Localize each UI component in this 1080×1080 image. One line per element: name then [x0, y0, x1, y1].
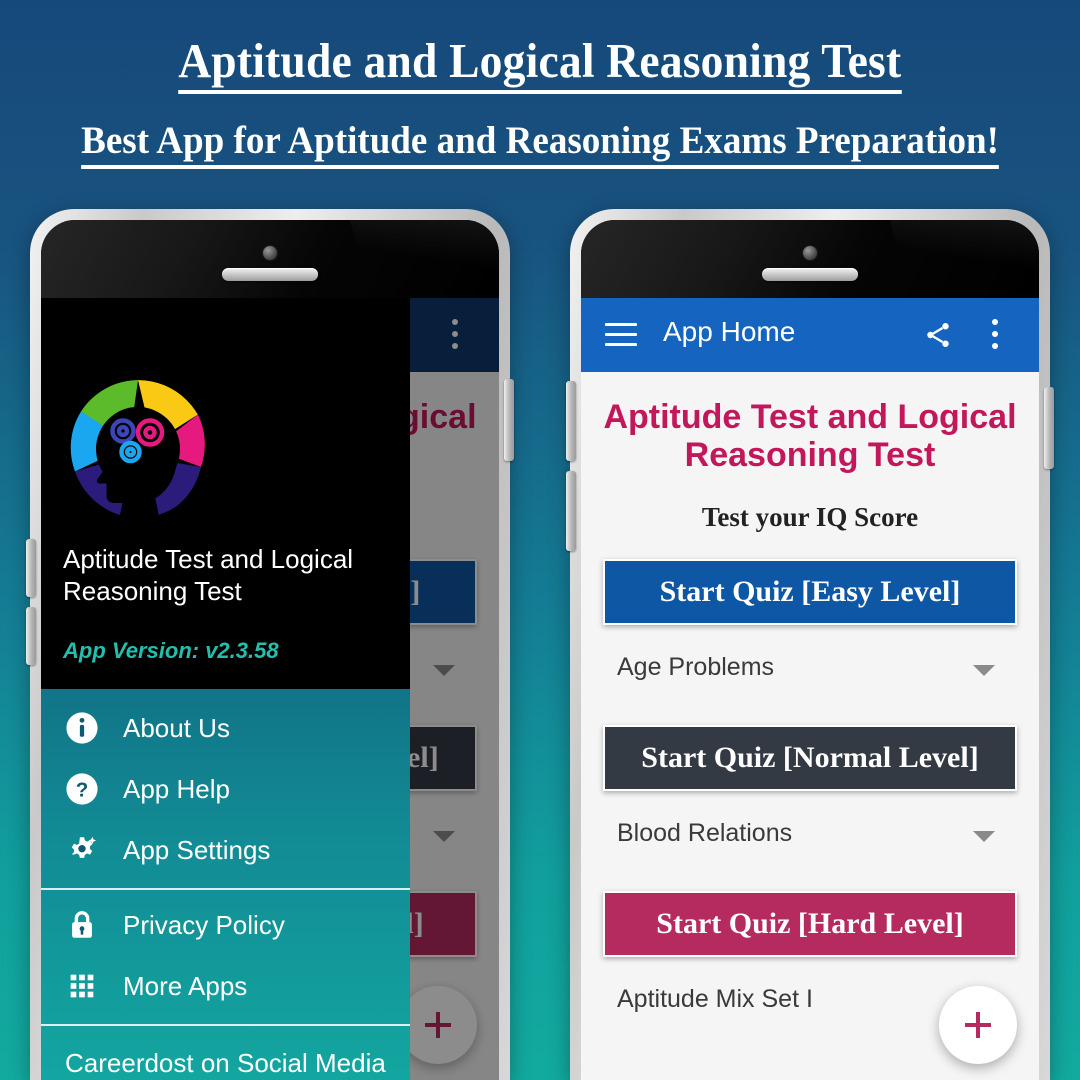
drawer-divider [41, 888, 410, 890]
power-button-right[interactable] [1044, 387, 1054, 469]
spinner-blood-relations[interactable]: Blood Relations [603, 809, 1017, 865]
chevron-down-icon [973, 665, 995, 677]
volume-button-left[interactable] [26, 539, 36, 597]
help-icon: ? [65, 772, 99, 806]
phone-screen-left: Aptitude Test and Logical Reasoning Test… [41, 298, 499, 1080]
lock-icon [65, 908, 99, 942]
phone-bezel: App Home Aptitude Test and Logical Reaso… [581, 220, 1039, 1080]
svg-text:?: ? [76, 779, 89, 802]
start-quiz-easy-button[interactable]: Start Quiz [Easy Level] [603, 559, 1017, 626]
home-subtitle: Test your IQ Score [701, 502, 919, 533]
start-quiz-hard-button[interactable]: Start Quiz [Hard Level] [603, 891, 1017, 958]
drawer-divider-2 [41, 1024, 410, 1026]
drawer-item-label: About Us [123, 713, 230, 743]
drawer-app-version: App Version: v2.3.58 [63, 638, 279, 663]
appbar-title: App Home [663, 316, 796, 347]
start-quiz-normal-button[interactable]: Start Quiz [Normal Level] [603, 725, 1017, 792]
add-fab[interactable] [939, 986, 1017, 1064]
drawer-footer-label: Careerdost on Social Media [65, 1048, 386, 1078]
phone-top-glass [41, 220, 499, 298]
drawer-item-label: More Apps [123, 971, 248, 1001]
promo-header: Aptitude and Logical Reasoning Test Best… [0, 0, 1080, 169]
spinner-age-problems[interactable]: Age Problems [603, 643, 1017, 699]
spinner-value: Aptitude Mix Set I [617, 985, 813, 1014]
drawer-header: Aptitude Test and Logical Reasoning Test… [41, 298, 410, 689]
promo-heading: Aptitude and Logical Reasoning Test [178, 36, 902, 94]
drawer-app-name: Aptitude Test and Logical Reasoning Test [63, 544, 354, 606]
appbar: App Home [581, 298, 1039, 372]
front-camera-icon [263, 246, 277, 260]
drawer-item-more-apps[interactable]: More Apps [41, 957, 410, 1018]
promo-subheading: Best App for Aptitude and Reasoning Exam… [81, 121, 999, 169]
share-icon[interactable] [923, 320, 953, 350]
phone-screen-right: App Home Aptitude Test and Logical Reaso… [581, 298, 1039, 1080]
navigation-drawer: Aptitude Test and Logical Reasoning Test… [41, 298, 410, 1080]
drawer-social-media-section[interactable]: Careerdost on Social Media [41, 1032, 410, 1080]
volume-button-right[interactable] [566, 381, 576, 461]
home-content: Aptitude Test and Logical Reasoning Test… [581, 372, 1039, 1080]
phone-right: App Home Aptitude Test and Logical Reaso… [566, 209, 1054, 1080]
volume-button-left-2[interactable] [26, 607, 36, 665]
apps-grid-icon [65, 969, 99, 1003]
power-button-left[interactable] [504, 379, 514, 461]
drawer-item-app-settings[interactable]: App Settings [41, 821, 410, 882]
brain-gears-logo [63, 374, 213, 524]
phone-left: Aptitude Test and Logical Reasoning Test… [26, 209, 514, 1080]
drawer-item-label: App Settings [123, 835, 271, 865]
gear-icon [65, 833, 99, 867]
hamburger-icon[interactable] [605, 323, 637, 347]
phone-bezel: Aptitude Test and Logical Reasoning Test… [41, 220, 499, 1080]
spinner-value: Age Problems [617, 653, 775, 682]
phone-top-glass [581, 220, 1039, 298]
volume-button-right-2[interactable] [566, 471, 576, 551]
drawer-item-label: App Help [123, 774, 230, 804]
info-icon [65, 711, 99, 745]
chevron-down-icon [973, 831, 995, 843]
front-camera-icon [803, 246, 817, 260]
drawer-item-app-help[interactable]: ? App Help [41, 760, 410, 821]
overflow-menu-icon[interactable] [992, 319, 999, 355]
earpiece-speaker [222, 268, 318, 281]
drawer-item-about-us[interactable]: About Us [41, 699, 410, 760]
drawer-item-privacy-policy[interactable]: Privacy Policy [41, 896, 410, 957]
drawer-item-label: Privacy Policy [123, 910, 285, 940]
home-title: Aptitude Test and Logical Reasoning Test [603, 398, 1017, 475]
earpiece-speaker [762, 268, 858, 281]
spinner-value: Blood Relations [617, 819, 793, 848]
